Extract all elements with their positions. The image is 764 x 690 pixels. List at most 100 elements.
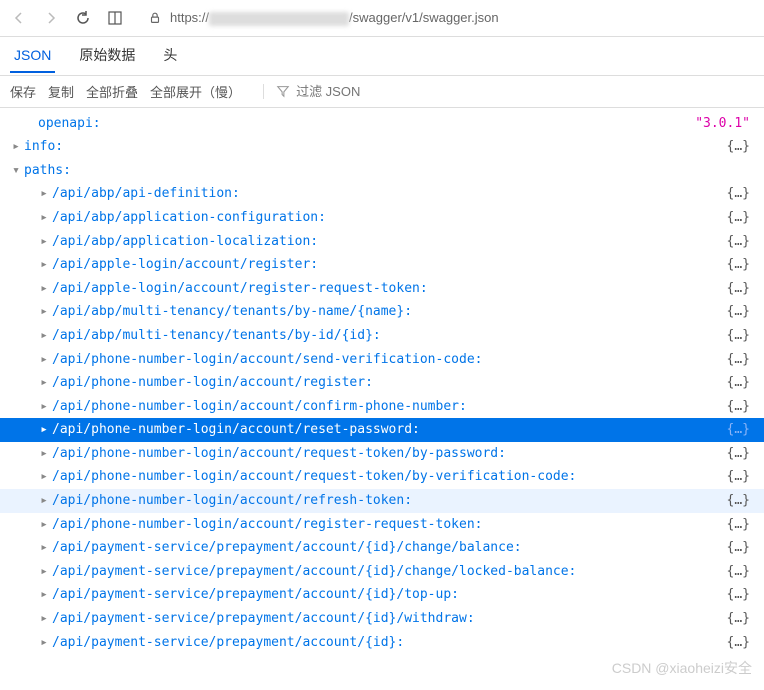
tree-row[interactable]: ▸/api/payment-service/prepayment/account… bbox=[0, 583, 764, 607]
json-value-object: {…} bbox=[727, 517, 750, 533]
tree-row[interactable]: ▸/api/abp/application-configuration: {…} bbox=[0, 206, 764, 230]
chevron-right-icon[interactable]: ▸ bbox=[10, 139, 22, 155]
reload-button[interactable] bbox=[74, 9, 92, 27]
chevron-right-icon[interactable]: ▸ bbox=[38, 611, 50, 627]
tree-row[interactable]: ▸/api/phone-number-login/account/request… bbox=[0, 465, 764, 489]
chevron-right-icon[interactable]: ▸ bbox=[38, 587, 50, 603]
tree-row[interactable]: ▸/api/phone-number-login/account/request… bbox=[0, 442, 764, 466]
json-key: /api/apple-login/account/register: bbox=[52, 257, 318, 273]
json-key: paths: bbox=[24, 163, 71, 179]
chevron-right-icon[interactable]: ▸ bbox=[38, 635, 50, 651]
forward-button[interactable] bbox=[42, 9, 60, 27]
tab-headers[interactable]: 头 bbox=[159, 37, 181, 75]
chevron-right-icon[interactable]: ▸ bbox=[38, 234, 50, 250]
json-key: /api/payment-service/prepayment/account/… bbox=[52, 564, 576, 580]
json-tree: openapi: "3.0.1" ▸ info: {…} ▾ paths: ▸/… bbox=[0, 108, 764, 659]
json-value-object: {…} bbox=[727, 139, 750, 155]
json-key: /api/payment-service/prepayment/account/… bbox=[52, 587, 459, 603]
filter-input[interactable] bbox=[296, 84, 416, 99]
json-key: /api/phone-number-login/account/refresh-… bbox=[52, 493, 412, 509]
json-key: /api/abp/application-localization: bbox=[52, 234, 318, 250]
reader-mode-icon[interactable] bbox=[106, 9, 124, 27]
json-value-object: {…} bbox=[727, 587, 750, 603]
json-toolbar: 保存 复制 全部折叠 全部展开（慢） bbox=[0, 76, 764, 108]
browser-toolbar: https:///swagger/v1/swagger.json bbox=[0, 0, 764, 37]
json-key: /api/payment-service/prepayment/account/… bbox=[52, 540, 522, 556]
save-button[interactable]: 保存 bbox=[10, 82, 36, 101]
json-key: /api/payment-service/prepayment/account/… bbox=[52, 611, 475, 627]
chevron-right-icon[interactable]: ▸ bbox=[38, 257, 50, 273]
tree-row[interactable]: ▸/api/abp/multi-tenancy/tenants/by-id/{i… bbox=[0, 324, 764, 348]
json-value-string: "3.0.1" bbox=[695, 116, 750, 132]
json-key: /api/abp/multi-tenancy/tenants/by-name/{… bbox=[52, 304, 412, 320]
chevron-right-icon[interactable]: ▸ bbox=[38, 210, 50, 226]
tree-row[interactable]: ▾ paths: bbox=[0, 159, 764, 183]
json-key: /api/phone-number-login/account/register… bbox=[52, 375, 373, 391]
tab-json[interactable]: JSON bbox=[10, 39, 55, 73]
tree-row[interactable]: openapi: "3.0.1" bbox=[0, 112, 764, 136]
json-value-object: {…} bbox=[727, 446, 750, 462]
json-value-object: {…} bbox=[727, 540, 750, 556]
back-button[interactable] bbox=[10, 9, 28, 27]
chevron-right-icon[interactable]: ▸ bbox=[38, 493, 50, 509]
json-key: /api/abp/application-configuration: bbox=[52, 210, 326, 226]
chevron-right-icon[interactable]: ▸ bbox=[38, 422, 50, 438]
json-value-object: {…} bbox=[727, 210, 750, 226]
json-key: /api/phone-number-login/account/send-ver… bbox=[52, 352, 482, 368]
json-key: /api/apple-login/account/register-reques… bbox=[52, 281, 428, 297]
chevron-right-icon[interactable]: ▸ bbox=[38, 540, 50, 556]
json-value-object: {…} bbox=[727, 375, 750, 391]
json-key: /api/phone-number-login/account/request-… bbox=[52, 446, 506, 462]
address-bar[interactable]: https:///swagger/v1/swagger.json bbox=[138, 6, 754, 30]
chevron-right-icon[interactable]: ▸ bbox=[38, 375, 50, 391]
tree-row[interactable]: ▸/api/phone-number-login/account/reset-p… bbox=[0, 418, 764, 442]
url-text: https:///swagger/v1/swagger.json bbox=[170, 10, 499, 26]
expand-all-button[interactable]: 全部展开（慢） bbox=[150, 82, 241, 101]
chevron-right-icon[interactable]: ▸ bbox=[38, 469, 50, 485]
json-value-object: {…} bbox=[727, 257, 750, 273]
chevron-right-icon[interactable]: ▸ bbox=[38, 352, 50, 368]
tree-row[interactable]: ▸/api/payment-service/prepayment/account… bbox=[0, 560, 764, 584]
tree-row[interactable]: ▸/api/phone-number-login/account/send-ve… bbox=[0, 348, 764, 372]
json-key: /api/phone-number-login/account/confirm-… bbox=[52, 399, 467, 415]
tree-row[interactable]: ▸/api/payment-service/prepayment/account… bbox=[0, 631, 764, 655]
tree-row[interactable]: ▸/api/payment-service/prepayment/account… bbox=[0, 536, 764, 560]
chevron-down-icon[interactable]: ▾ bbox=[10, 163, 22, 179]
tree-row[interactable]: ▸/api/apple-login/account/register-reque… bbox=[0, 277, 764, 301]
chevron-right-icon[interactable]: ▸ bbox=[38, 281, 50, 297]
json-key: /api/abp/api-definition: bbox=[52, 186, 240, 202]
json-key: info: bbox=[24, 139, 63, 155]
chevron-right-icon[interactable]: ▸ bbox=[38, 446, 50, 462]
tree-row[interactable]: ▸/api/apple-login/account/register: {…} bbox=[0, 253, 764, 277]
tree-row[interactable]: ▸/api/payment-service/prepayment/account… bbox=[0, 607, 764, 631]
tree-row[interactable]: ▸/api/phone-number-login/account/confirm… bbox=[0, 395, 764, 419]
chevron-right-icon[interactable]: ▸ bbox=[38, 304, 50, 320]
chevron-right-icon[interactable]: ▸ bbox=[38, 186, 50, 202]
json-value-object: {…} bbox=[727, 422, 750, 438]
json-key: /api/phone-number-login/account/request-… bbox=[52, 469, 576, 485]
tree-row[interactable]: ▸/api/abp/application-localization:{…} bbox=[0, 230, 764, 254]
copy-button[interactable]: 复制 bbox=[48, 82, 74, 101]
json-key: openapi: bbox=[38, 116, 101, 132]
tree-row[interactable]: ▸/api/phone-number-login/account/registe… bbox=[0, 513, 764, 537]
json-value-object: {…} bbox=[727, 186, 750, 202]
json-value-object: {…} bbox=[727, 399, 750, 415]
tree-row[interactable]: ▸/api/phone-number-login/account/registe… bbox=[0, 371, 764, 395]
json-value-object: {…} bbox=[727, 635, 750, 651]
chevron-right-icon[interactable]: ▸ bbox=[38, 517, 50, 533]
tree-row[interactable]: ▸/api/abp/api-definition: {…} bbox=[0, 182, 764, 206]
chevron-right-icon[interactable]: ▸ bbox=[38, 328, 50, 344]
watermark: CSDN @xiaoheizi安全 bbox=[612, 658, 752, 678]
tab-raw-data[interactable]: 原始数据 bbox=[75, 37, 139, 75]
json-value-object: {…} bbox=[727, 564, 750, 580]
tree-row[interactable]: ▸/api/phone-number-login/account/refresh… bbox=[0, 489, 764, 513]
json-key: /api/abp/multi-tenancy/tenants/by-id/{id… bbox=[52, 328, 381, 344]
chevron-right-icon[interactable]: ▸ bbox=[38, 564, 50, 580]
collapse-all-button[interactable]: 全部折叠 bbox=[86, 82, 138, 101]
json-value-object: {…} bbox=[727, 304, 750, 320]
chevron-right-icon[interactable]: ▸ bbox=[38, 399, 50, 415]
json-value-object: {…} bbox=[727, 281, 750, 297]
tree-row[interactable]: ▸ info: {…} bbox=[0, 135, 764, 159]
json-key: /api/phone-number-login/account/register… bbox=[52, 517, 482, 533]
tree-row[interactable]: ▸/api/abp/multi-tenancy/tenants/by-name/… bbox=[0, 300, 764, 324]
